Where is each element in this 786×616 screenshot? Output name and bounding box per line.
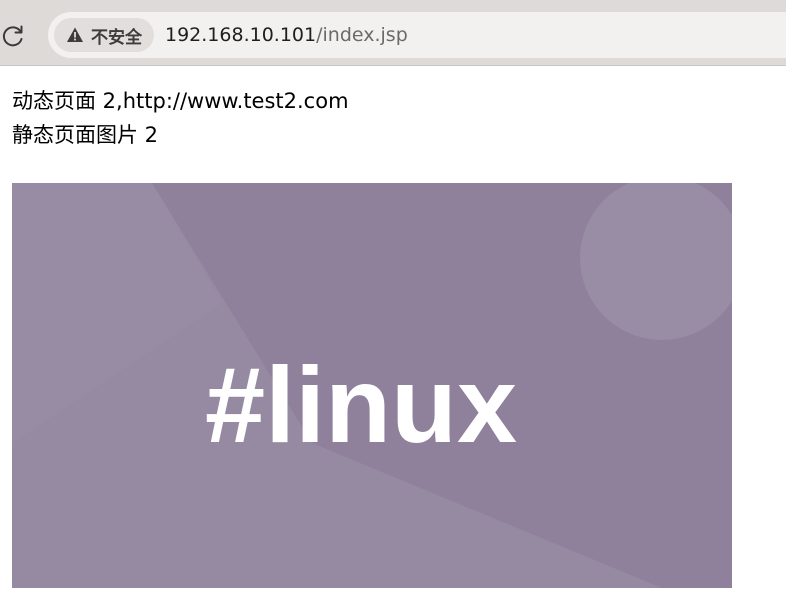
security-status-label: 不安全 xyxy=(91,27,142,48)
address-bar[interactable]: 不安全 192.168.10.101/index.jsp xyxy=(48,12,786,58)
image-hashtag-text: #linux xyxy=(205,344,517,465)
browser-toolbar: 不安全 192.168.10.101/index.jsp xyxy=(0,0,786,66)
reload-button[interactable] xyxy=(0,23,26,49)
url-path: /index.jsp xyxy=(316,24,408,46)
dynamic-page-text: 动态页面 2,http://www.test2.com xyxy=(12,89,349,113)
url-host: 192.168.10.101 xyxy=(165,24,317,46)
site-info-button[interactable]: 不安全 xyxy=(54,18,154,52)
warning-triangle-icon xyxy=(67,27,83,42)
reload-icon xyxy=(2,25,23,47)
linux-image: #linux xyxy=(12,183,732,588)
page-content: 动态页面 2,http://www.test2.com 静态页面图片 2 xyxy=(12,84,349,152)
static-image-caption: 静态页面图片 2 xyxy=(12,123,159,147)
toolbar-divider xyxy=(0,65,786,66)
url-field[interactable]: 192.168.10.101/index.jsp xyxy=(165,23,408,47)
